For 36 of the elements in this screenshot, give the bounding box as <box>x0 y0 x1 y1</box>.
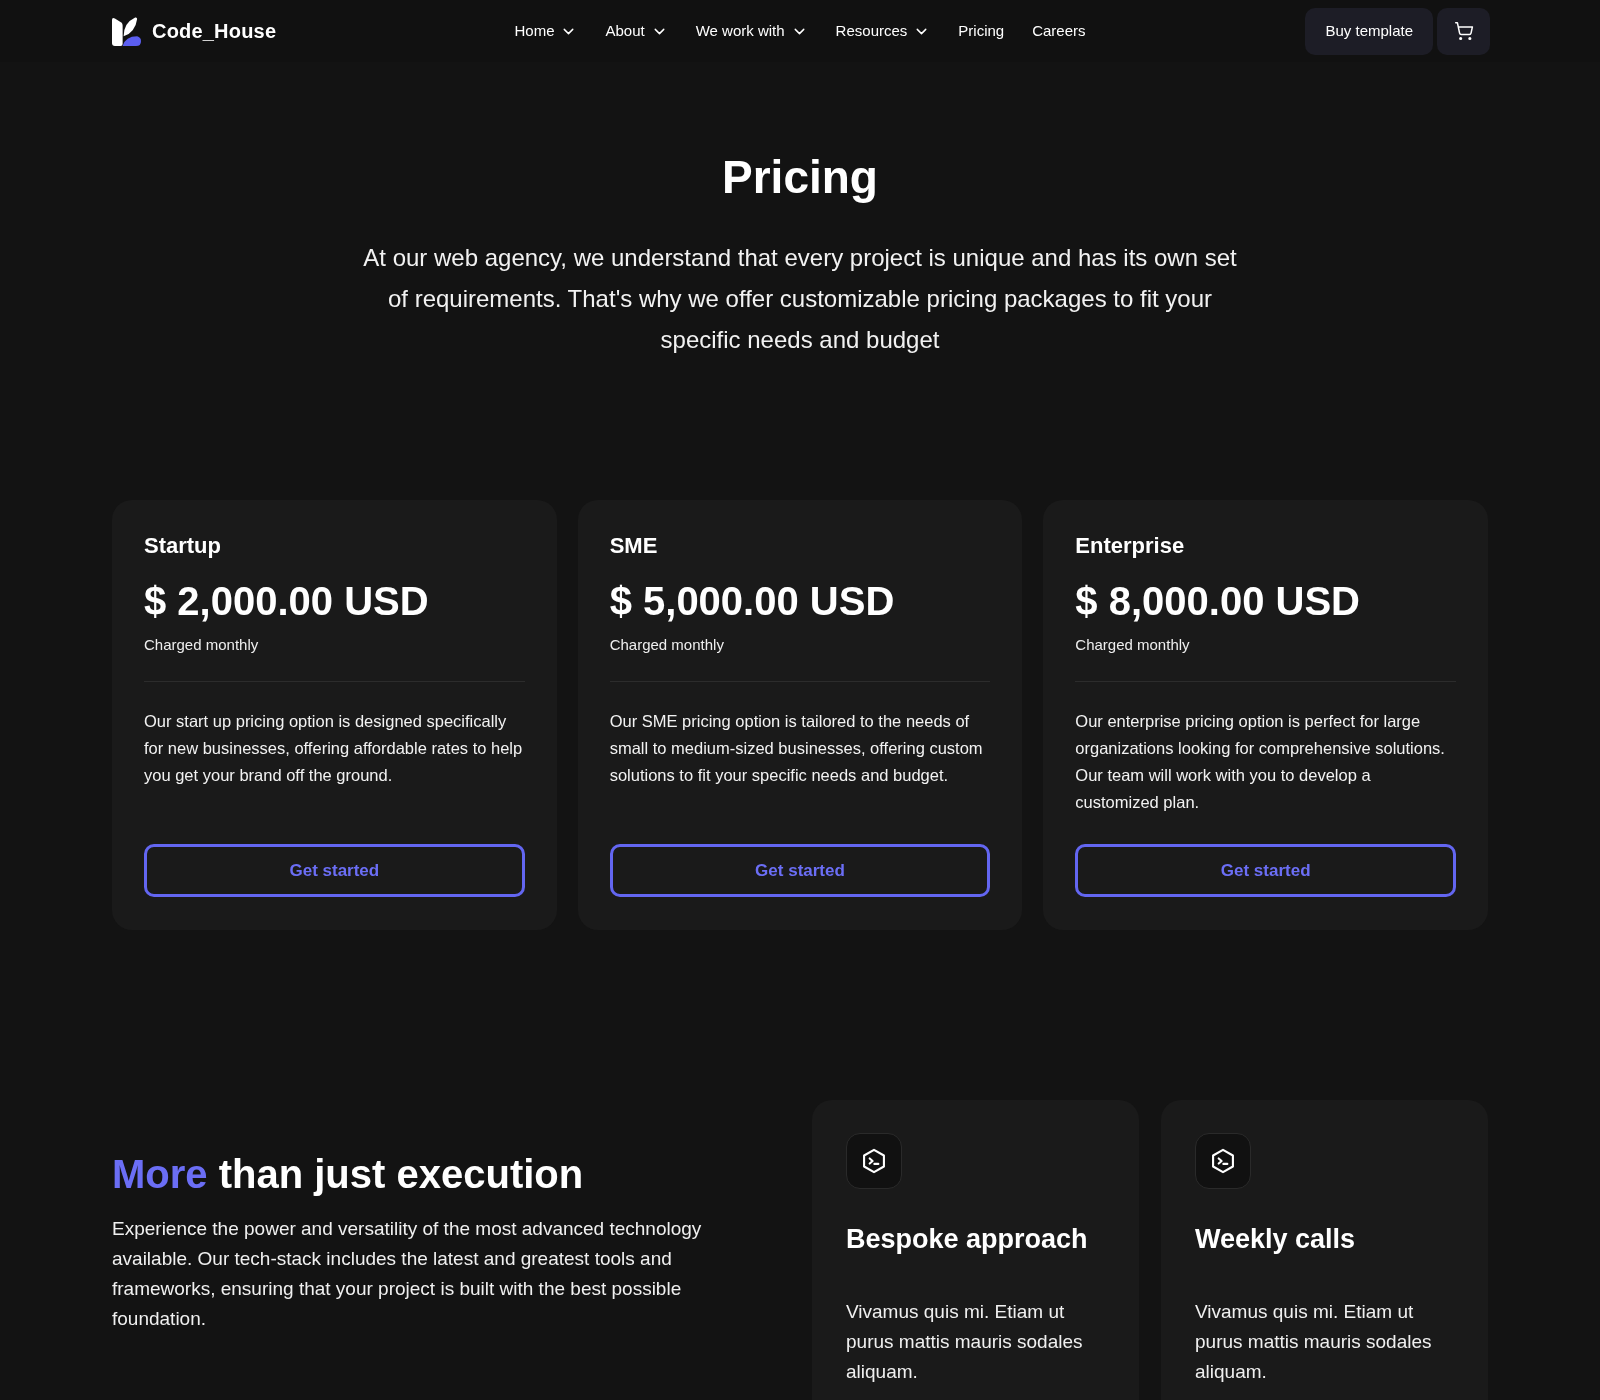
get-started-button[interactable]: Get started <box>1075 844 1456 897</box>
cart-icon <box>1453 21 1474 41</box>
nav-link[interactable]: About <box>605 19 668 43</box>
get-started-button[interactable]: Get started <box>609 844 991 897</box>
plan-price: $ 5,000.00 USD <box>609 578 896 625</box>
billing-period: Charged monthly <box>144 635 260 655</box>
intro-paragraph: At our web agency, we understand that every project is unique and has its own set of requirements. That's why we offer customizable pricing packages to fit your specific needs and budget <box>362 243 1238 355</box>
feature-text: Vivamus quis mi. Etiam ut purus mattis mauris sodales aliquam. <box>846 1300 1084 1384</box>
feature-text: Vivamus quis mi. Etiam ut purus mattis mauris sodales aliquam. <box>1195 1300 1433 1384</box>
feature-title: Weekly calls <box>1195 1223 1357 1256</box>
plan-price: $ 8,000.00 USD <box>1075 578 1361 625</box>
terminal-icon <box>846 1133 902 1189</box>
plan-price: $ 2,000.00 USD <box>144 578 430 625</box>
plan-name: Startup <box>144 533 222 559</box>
section-paragraph: Experience the power and versatility of the most advanced technology available. Our tech-stack includes the latest and greatest tools and frameworks, ensuring that your project is built with the best possible foundation. <box>112 1217 703 1331</box>
plan-description: Our SME pricing option is tailored to the needs of small to medium-sized businesses, offering custom solutions to fit your specific needs and budget. <box>609 711 984 786</box>
nav-link[interactable]: Resources <box>835 19 931 43</box>
plan-description: Our enterprise pricing option is perfect for large organizations looking for comprehensive solutions. Our team will work with you to develop a customized plan. <box>1075 711 1446 813</box>
brand-name[interactable]: Code_House <box>152 16 277 46</box>
section-heading: More than just execution <box>112 1151 585 1198</box>
get-started-button[interactable]: Get started <box>144 844 525 897</box>
plan-description: Our start up pricing option is designed specifically for new businesses, offering affordable rates to help you get your brand off the ground. <box>144 711 524 786</box>
logo-icon[interactable] <box>110 16 143 46</box>
plan-name: SME <box>609 533 659 559</box>
nav-link[interactable]: Pricing <box>958 19 1005 43</box>
nav-link[interactable]: We work with <box>695 19 808 43</box>
feature-title: Bespoke approach <box>846 1223 1089 1256</box>
buy-template-button[interactable]: Buy template <box>1305 7 1433 55</box>
plan-name: Enterprise <box>1075 533 1186 559</box>
terminal-icon <box>1195 1133 1251 1189</box>
billing-period: Charged monthly <box>1075 635 1191 655</box>
billing-period: Charged monthly <box>609 635 725 655</box>
nav-link[interactable]: Careers <box>1032 19 1086 43</box>
cart-button[interactable] <box>1437 7 1490 55</box>
page-title: Pricing <box>722 150 878 204</box>
nav-link[interactable]: Home <box>514 19 578 43</box>
